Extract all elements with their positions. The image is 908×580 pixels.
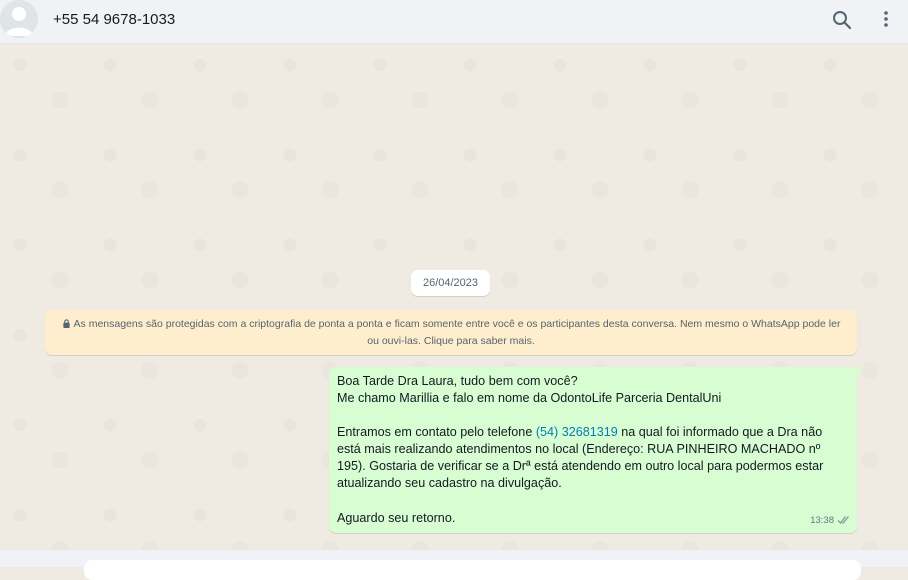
message-spacer xyxy=(337,407,849,424)
message-paragraph: Entramos em contato pelo telefone (54) 3… xyxy=(337,424,849,492)
chat-header: +55 54 9678-1033 xyxy=(0,0,908,44)
message-spacer xyxy=(337,493,849,510)
double-check-icon xyxy=(837,516,849,525)
encryption-notice[interactable]: As mensagens são protegidas com a cripto… xyxy=(45,310,857,355)
outgoing-message[interactable]: Boa Tarde Dra Laura, tudo bem com você? … xyxy=(329,367,857,533)
message-line: Me chamo Marillia e falo em nome da Odon… xyxy=(337,391,722,406)
phone-link[interactable]: (54) 32681319 xyxy=(536,425,618,439)
message-time: 13:38 xyxy=(810,514,834,526)
contact-avatar[interactable] xyxy=(0,0,38,38)
message-list[interactable]: 26/04/2023 As mensagens são protegidas c… xyxy=(0,45,908,550)
message-text: Entramos em contato pelo telefone xyxy=(337,425,536,440)
message-meta: 13:38 xyxy=(810,512,851,529)
message-line: Aguardo seu retorno. xyxy=(337,510,456,525)
search-icon[interactable] xyxy=(830,8,854,32)
encryption-notice-text: As mensagens são protegidas com a cripto… xyxy=(73,318,841,347)
message-input[interactable] xyxy=(84,560,861,580)
date-separator: 26/04/2023 xyxy=(411,270,490,296)
message-line: Boa Tarde Dra Laura, tudo bem com você? xyxy=(337,374,578,388)
lock-icon xyxy=(62,317,71,328)
contact-name[interactable]: +55 54 9678-1033 xyxy=(53,11,175,28)
bubble-tail xyxy=(855,367,864,378)
menu-icon[interactable] xyxy=(874,8,898,32)
default-avatar-icon xyxy=(0,0,38,38)
